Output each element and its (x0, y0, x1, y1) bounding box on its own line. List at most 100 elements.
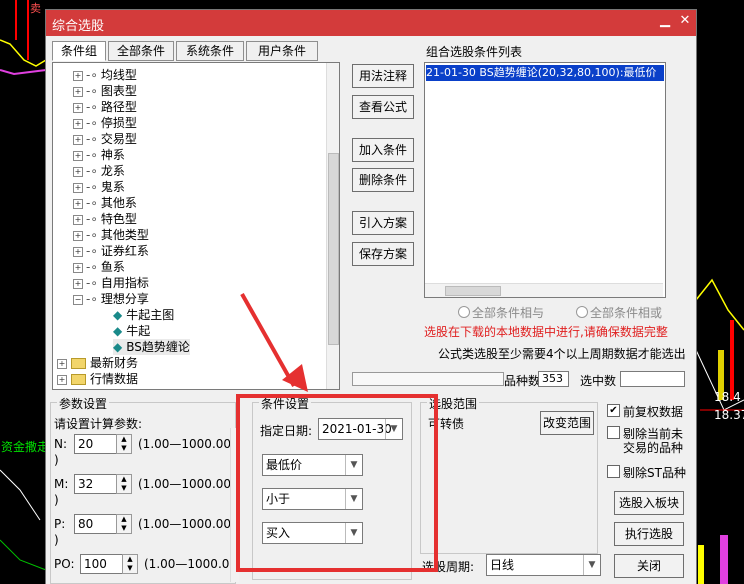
spinner-icon[interactable]: ▲ ▼ (116, 434, 132, 454)
expand-icon[interactable]: + (57, 358, 67, 369)
tree-item[interactable]: − -∘ 理想分享 (73, 291, 149, 307)
tree-item-label: 交易型 (100, 132, 137, 146)
expand-icon[interactable]: + (73, 182, 83, 193)
param-range: (1.00—1000.00 (138, 477, 232, 491)
expand-icon[interactable]: + (73, 102, 83, 113)
spinner-icon[interactable]: ▲ ▼ (122, 554, 138, 574)
change-range-button[interactable]: 改变范围 (540, 411, 594, 435)
node-icon: -∘ (86, 276, 98, 290)
param-name: M: (54, 477, 69, 491)
param-value-input[interactable]: 20 (74, 434, 119, 454)
close-icon[interactable]: ✕ (678, 14, 692, 28)
expand-icon[interactable]: − (73, 294, 83, 305)
param-value-input[interactable]: 80 (74, 514, 119, 534)
to-block-button[interactable]: 选股入板块 (614, 491, 684, 515)
expand-icon[interactable]: + (73, 262, 83, 273)
tree-folder[interactable]: + 最新财务 (57, 355, 138, 371)
tree-item-label: 特色型 (100, 212, 137, 226)
tree-item[interactable]: + -∘ 神系 (73, 147, 125, 163)
tree-item[interactable]: + -∘ 交易型 (73, 131, 137, 147)
tree-item[interactable]: + -∘ 龙系 (73, 163, 125, 179)
param-range: (1.00—1000.0 (144, 557, 230, 571)
minimize-icon[interactable]: ▁ (658, 14, 672, 28)
node-icon: -∘ (86, 260, 98, 274)
period-select[interactable]: 日线 ▼ (486, 554, 601, 576)
tab-user-conditions[interactable]: 用户条件 (246, 41, 318, 61)
radio-and-label: 全部条件相与 (472, 306, 545, 320)
node-icon: -∘ (86, 228, 98, 242)
tree-item[interactable]: + -∘ 图表型 (73, 83, 137, 99)
exclude-st-checkbox[interactable] (607, 465, 620, 478)
param-name: P: (54, 517, 66, 531)
tree-item[interactable]: + -∘ 均线型 (73, 67, 137, 83)
period-value: 日线 (490, 558, 515, 572)
expand-icon[interactable]: + (73, 118, 83, 129)
expand-icon[interactable]: + (73, 70, 83, 81)
tree-item[interactable]: + -∘ 其他系 (73, 195, 137, 211)
tab-system-conditions[interactable]: 系统条件 (176, 41, 244, 61)
spinner-icon[interactable]: ▲ ▼ (116, 514, 132, 534)
condition-list-item[interactable]: 21-01-30 BS趋势缠论(20,32,80,100):最低价 (426, 65, 664, 81)
folder-icon (71, 358, 86, 369)
spinner-icon[interactable]: ▲ ▼ (116, 474, 132, 494)
forward-adjust-checkbox[interactable]: ✔ (607, 404, 620, 417)
save-scheme-button[interactable]: 保存方案 (352, 242, 414, 266)
tree-child-label: 牛起主图 (126, 308, 175, 322)
radio-or[interactable] (576, 306, 588, 318)
title-bar: 综合选股 ▁ ✕ (46, 10, 696, 36)
formula-icon: ◆ (113, 324, 123, 338)
tree-item[interactable]: + -∘ 特色型 (73, 211, 137, 227)
chevron-down-icon: ▼ (583, 555, 600, 575)
expand-icon[interactable]: + (73, 278, 83, 289)
expand-icon[interactable]: + (73, 246, 83, 257)
fund-flow-label: 资金撒走 (1, 440, 50, 454)
expand-icon[interactable]: + (73, 198, 83, 209)
list-hscrollbar[interactable] (425, 283, 663, 297)
expand-icon[interactable]: + (73, 134, 83, 145)
node-icon: -∘ (86, 116, 98, 130)
expand-icon[interactable]: + (73, 230, 83, 241)
tree-child-item[interactable]: ◆ 牛起 (113, 323, 150, 339)
tree-item[interactable]: + -∘ 鱼系 (73, 259, 125, 275)
param-close-paren: ) (54, 533, 59, 547)
tree-item[interactable]: + -∘ 鬼系 (73, 179, 125, 195)
param-value-input[interactable]: 32 (74, 474, 119, 494)
tree-folder-label: 行情数据 (90, 372, 139, 386)
tree-item[interactable]: + -∘ 自用指标 (73, 275, 149, 291)
tree-item[interactable]: + -∘ 路径型 (73, 99, 137, 115)
tree-child-item[interactable]: ◆ BS趋势缠论 (113, 339, 190, 355)
expand-icon[interactable]: + (73, 166, 83, 177)
warning-note: 选股在下载的本地数据中进行,请确保数据完整 (424, 325, 668, 339)
param-value-input[interactable]: 100 (80, 554, 125, 574)
tree-item[interactable]: + -∘ 证券红系 (73, 243, 149, 259)
param-name: PO: (54, 557, 75, 571)
tree-item[interactable]: + -∘ 停损型 (73, 115, 137, 131)
import-scheme-button[interactable]: 引入方案 (352, 211, 414, 235)
tree-item-label: 神系 (100, 148, 125, 162)
tree-item[interactable]: + -∘ 其他类型 (73, 227, 149, 243)
tree-scrollbar[interactable] (326, 63, 339, 389)
radio-and[interactable] (458, 306, 470, 318)
delete-condition-button[interactable]: 删除条件 (352, 168, 414, 192)
tab-condition-group[interactable]: 条件组 (52, 41, 106, 61)
tab-all-conditions[interactable]: 全部条件 (108, 41, 174, 61)
forward-adjust-label: 前复权数据 (623, 405, 684, 419)
view-formula-button[interactable]: 查看公式 (352, 95, 414, 119)
expand-icon[interactable]: + (57, 374, 67, 385)
execute-button[interactable]: 执行选股 (614, 522, 684, 546)
node-icon: -∘ (86, 196, 98, 210)
close-button[interactable]: 关闭 (614, 554, 684, 578)
condition-list[interactable]: 21-01-30 BS趋势缠论(20,32,80,100):最低价 (424, 62, 666, 298)
tree-folder[interactable]: + 行情数据 (57, 371, 138, 387)
tree-child-item[interactable]: ◆ 牛起主图 (113, 307, 174, 323)
usage-button[interactable]: 用法注释 (352, 64, 414, 88)
tree-item-label: 其他类型 (100, 228, 149, 242)
expand-icon[interactable]: + (73, 86, 83, 97)
add-condition-button[interactable]: 加入条件 (352, 138, 414, 162)
tree-item-label: 自用指标 (100, 276, 149, 290)
expand-icon[interactable]: + (73, 150, 83, 161)
exclude-untraded-checkbox[interactable] (607, 426, 620, 439)
node-icon: -∘ (86, 292, 98, 306)
price-label-1: 18.4 (714, 390, 741, 404)
expand-icon[interactable]: + (73, 214, 83, 225)
